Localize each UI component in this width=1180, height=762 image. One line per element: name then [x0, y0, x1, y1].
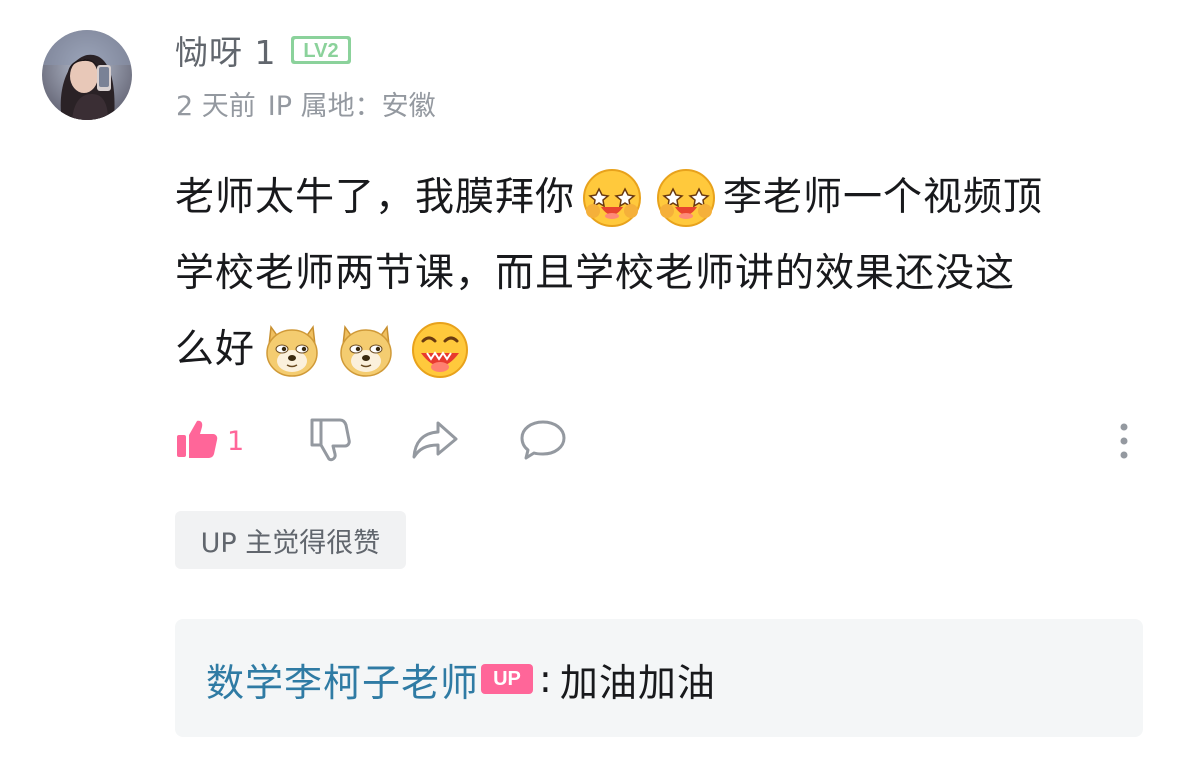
post-time: 2 天前 — [176, 91, 256, 122]
doge-emoji — [335, 319, 397, 381]
svg-text:LV2: LV2 — [303, 40, 338, 62]
share-icon — [410, 417, 460, 465]
comment-text-1b: 李老师一个视频顶 — [723, 175, 1044, 220]
reply-colon: : — [539, 657, 552, 701]
doge-emoji — [261, 319, 323, 381]
comment-text-1a: 老师太牛了，我膜拜你 — [175, 175, 576, 220]
reply-author[interactable]: 数学李柯子老师 — [206, 652, 479, 707]
more-icon[interactable] — [1113, 419, 1135, 463]
star-eyes-emoji — [581, 167, 643, 229]
drooling-emoji — [409, 319, 471, 381]
share-button[interactable] — [410, 417, 460, 465]
dislike-button[interactable] — [304, 414, 354, 468]
comment-icon — [518, 417, 568, 465]
reply-preview[interactable]: 数学李柯子老师 UP : 加油加油 — [175, 619, 1143, 737]
level-badge: LV2 — [290, 35, 351, 65]
star-eyes-emoji — [655, 167, 717, 229]
up-liked-tag: UP 主觉得很赞 — [175, 511, 406, 569]
comment-item: 恸呀 1 LV2 2 天前 IP 属地：安徽 老师太牛了，我膜拜你 李老师一个视… — [0, 0, 1180, 762]
thumb-up-icon — [175, 417, 219, 465]
thumb-down-icon — [304, 414, 354, 468]
reply-text: 加油加油 — [559, 660, 716, 705]
comment-text-2: 学校老师两节课，而且学校老师讲的效果还没这 — [175, 251, 1016, 296]
up-badge: UP — [481, 664, 534, 694]
comment-actions: 1 — [175, 413, 1135, 469]
comment-text-3: 么好 — [175, 327, 256, 372]
ip-location: IP 属地：安徽 — [267, 91, 436, 122]
avatar[interactable] — [42, 30, 132, 120]
like-button[interactable]: 1 — [175, 417, 244, 465]
comment-content: 老师太牛了，我膜拜你 李老师一个视频顶 学校老师两节课，而且学校老师讲的效果还没… — [175, 160, 1150, 388]
username[interactable]: 恸呀 1 — [175, 26, 277, 74]
reply-button[interactable] — [518, 417, 568, 465]
like-count: 1 — [227, 425, 245, 457]
